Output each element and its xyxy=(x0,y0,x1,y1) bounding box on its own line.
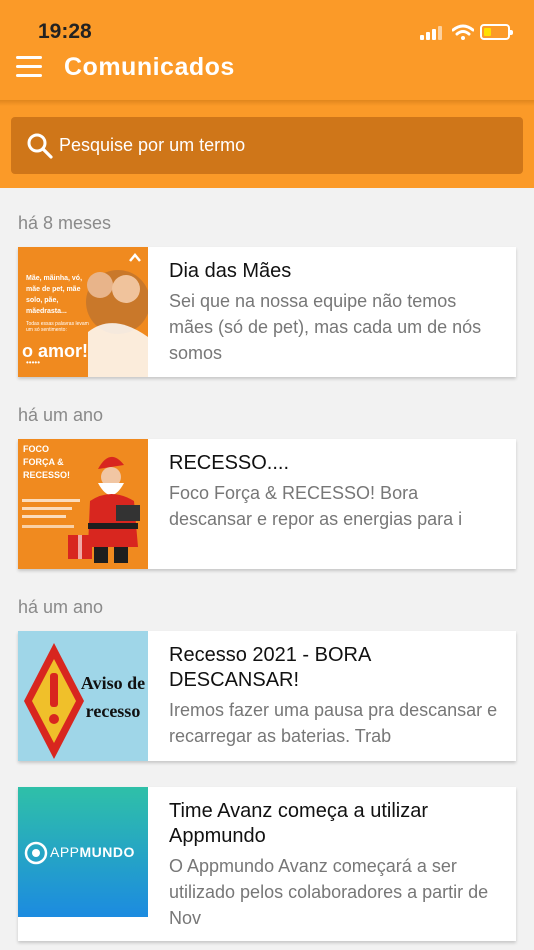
post-title: Time Avanz começa a utilizar Appmundo xyxy=(169,800,428,847)
list-item[interactable]: APPMUNDO Time Avanz começa a utilizar Ap… xyxy=(18,787,516,941)
status-time: 19:28 xyxy=(38,20,92,43)
hamburger-menu-icon[interactable] xyxy=(16,56,42,78)
thumb-logo-text: APPMUNDO xyxy=(50,844,135,860)
post-thumbnail: FOCO FORÇA & RECESSO! xyxy=(18,439,148,569)
thumb-text: Mãe, mãinha, vó, mãe de pet, mãe solo, p… xyxy=(26,275,83,315)
search-input[interactable]: Pesquise por um termo xyxy=(11,117,523,174)
search-icon xyxy=(27,133,53,159)
post-excerpt: O Appmundo Avanz começará a ser utilizad… xyxy=(169,856,489,928)
post-excerpt: Foco Força & RECESSO! Bora descansar e r… xyxy=(169,483,463,529)
header-divider xyxy=(0,100,534,106)
list-item[interactable]: ••••• Mãe, mãinha, vó, mãe de pet, mãe s… xyxy=(18,247,516,377)
logo-app: APP xyxy=(50,844,80,860)
thumb-text: Aviso de recesso xyxy=(80,673,146,721)
post-excerpt: Sei que na nossa equipe não temos mães (… xyxy=(169,291,482,363)
post-title: Recesso 2021 - BORA DESCANSAR! xyxy=(169,644,371,691)
list-item[interactable]: FOCO FORÇA & RECESSO! RECESSO.... Foco F… xyxy=(18,439,516,569)
page-title: Comunicados xyxy=(64,53,235,81)
list-item[interactable]: Aviso de recesso Recesso 2021 - BORA DES… xyxy=(18,631,516,761)
post-thumbnail: ••••• Mãe, mãinha, vó, mãe de pet, mãe s… xyxy=(18,247,148,377)
section-label: há um ano xyxy=(18,597,104,617)
battery-icon xyxy=(480,24,513,40)
cellular-signal-icon xyxy=(420,26,446,40)
app-header: 19:28 Comunicados Pesquise por um termo xyxy=(0,0,534,188)
thumb-subtext: Todas essas palavras levam um só sentime… xyxy=(26,321,89,333)
post-thumbnail: Aviso de recesso xyxy=(18,631,148,761)
thumb-text: FOCO FORÇA & RECESSO! xyxy=(23,444,71,480)
post-title: RECESSO.... xyxy=(169,452,290,474)
section-label: há 8 meses xyxy=(18,213,112,233)
section-label: há um ano xyxy=(18,405,104,425)
search-placeholder: Pesquise por um termo xyxy=(59,135,246,155)
wifi-icon xyxy=(452,24,474,40)
post-title: Dia das Mães xyxy=(169,260,292,282)
logo-mundo: MUNDO xyxy=(79,844,135,860)
post-excerpt: Iremos fazer uma pausa pra descansar e r… xyxy=(169,700,498,746)
post-thumbnail: APPMUNDO xyxy=(18,787,148,917)
thumb-highlight: o amor! xyxy=(22,341,89,361)
